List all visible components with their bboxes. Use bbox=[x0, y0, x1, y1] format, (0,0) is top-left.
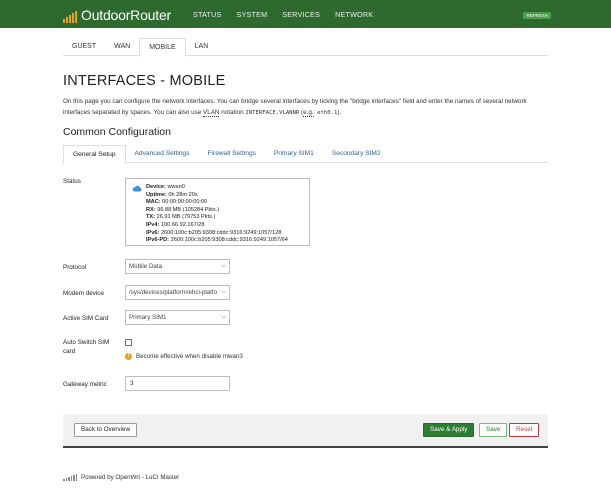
status-value: 100.66.92.167/28 bbox=[160, 221, 205, 228]
autoswitch-checkbox[interactable] bbox=[125, 339, 132, 346]
tab-firewall-settings[interactable]: Firewall Settings bbox=[199, 145, 265, 163]
section-title: Common Configuration bbox=[63, 126, 171, 138]
tab-guest[interactable]: GUEST bbox=[63, 38, 105, 56]
status-device: Device: wwan0 bbox=[146, 184, 288, 192]
status-key: TX: bbox=[146, 214, 156, 221]
status-value: wwan0 bbox=[167, 184, 185, 190]
status-mac: MAC: 00:00:00:00:00:00 bbox=[146, 199, 288, 207]
status-value: 0h 28m 20s bbox=[168, 191, 198, 198]
tab-secondary-sim2[interactable]: Secondary SIM2 bbox=[323, 145, 390, 163]
status-key: IPv4: bbox=[146, 221, 160, 228]
status-value: 96.88 MB (105284 Pkts.) bbox=[157, 206, 220, 213]
powered-by: Powered by OpenWrt - LuCI Master bbox=[63, 474, 179, 481]
powered-text[interactable]: Powered by OpenWrt - LuCI Master bbox=[81, 474, 179, 481]
status-key: Device: bbox=[146, 184, 166, 190]
status-key: IPv6: bbox=[146, 229, 160, 236]
page-description: On this page you can configure the netwo… bbox=[63, 97, 548, 118]
chevron-down-icon: ⌵ bbox=[221, 314, 226, 320]
desc-text: ). bbox=[337, 108, 342, 116]
tab-advanced-settings[interactable]: Advanced Settings bbox=[126, 145, 199, 163]
protocol-label: Protocol bbox=[63, 264, 87, 271]
tab-mobile[interactable]: MOBILE bbox=[139, 38, 186, 57]
main-menu: STATUS SYSTEM SERVICES NETWORK bbox=[193, 10, 388, 19]
tab-primary-sim1[interactable]: Primary SIM1 bbox=[265, 145, 323, 163]
status-ipv6: IPv6: 2600:100c:b205:9308:cddc:9316:9249… bbox=[146, 230, 288, 238]
autoswitch-hint: ! Become effective when disable mwan3 bbox=[125, 353, 243, 360]
protocol-value: Mobile Data bbox=[129, 263, 163, 270]
status-value: 2600:100c:b205:9308:cddc:9316:9249:1057/… bbox=[160, 229, 282, 236]
brand-name: OutdoorRouter bbox=[81, 7, 172, 23]
status-value: 2600:100c:b205:9308:cddc:9316:9249:1057/… bbox=[170, 237, 288, 244]
protocol-select[interactable]: Mobile Data ⌵ bbox=[125, 259, 230, 274]
status-key: MAC: bbox=[146, 199, 161, 206]
modem-select[interactable]: /sys/devices/platform/ehci-platfo ⌵ bbox=[125, 285, 230, 300]
eg-abbr: e.g. bbox=[303, 108, 314, 117]
status-key: Uptime: bbox=[146, 191, 167, 198]
modem-label: Modem device bbox=[63, 290, 104, 297]
status-key: RX: bbox=[146, 206, 156, 213]
desc-code: INTERFACE.VLANNR bbox=[245, 109, 300, 116]
sim-label: Active SIM Card bbox=[63, 315, 109, 322]
status-value: 00:00:00:00:00:00 bbox=[162, 199, 208, 206]
status-value: 26.91 MB (79753 Pkts.) bbox=[156, 214, 216, 221]
status-ipv4: IPv4: 100.66.92.167/28 bbox=[146, 222, 288, 230]
metric-label: Gateway metric bbox=[63, 381, 107, 388]
menu-network[interactable]: NETWORK bbox=[335, 10, 373, 19]
status-tx: TX: 26.91 MB (79753 Pkts.) bbox=[146, 214, 288, 222]
status-rx: RX: 96.88 MB (105284 Pkts.) bbox=[146, 207, 288, 215]
tab-general-setup[interactable]: General Setup bbox=[63, 145, 126, 164]
sim-value: Primary SIM1 bbox=[129, 314, 167, 321]
menu-status[interactable]: STATUS bbox=[193, 10, 222, 19]
brand-logo[interactable]: OutdoorRouter bbox=[63, 5, 171, 23]
status-panel: Device: wwan0 Uptime: 0h 28m 20s MAC: 00… bbox=[125, 178, 310, 246]
autoswitch-label: Auto Switch SIM card bbox=[63, 339, 110, 355]
status-label: Status bbox=[63, 178, 81, 185]
config-tabs: General Setup Advanced Settings Firewall… bbox=[63, 145, 548, 164]
header-bar: OutdoorRouter STATUS SYSTEM SERVICES NET… bbox=[0, 0, 611, 28]
desc-code: eth0.1 bbox=[317, 109, 338, 116]
page-title: INTERFACES - MOBILE bbox=[63, 73, 226, 89]
tab-wan[interactable]: WAN bbox=[105, 38, 139, 56]
interface-tabs: GUEST WAN MOBILE LAN bbox=[63, 38, 548, 57]
status-uptime: Uptime: 0h 28m 20s bbox=[146, 192, 288, 200]
vlan-abbr: VLAN bbox=[203, 108, 220, 117]
info-icon: ! bbox=[125, 353, 132, 360]
menu-services[interactable]: SERVICES bbox=[282, 10, 320, 19]
modem-value: /sys/devices/platform/ehci-platfo bbox=[129, 289, 218, 296]
signal-bars-icon bbox=[63, 11, 77, 23]
sim-select[interactable]: Primary SIM1 ⌵ bbox=[125, 310, 230, 325]
signal-bars-icon bbox=[63, 474, 77, 481]
refresh-button[interactable]: REFRESH bbox=[523, 12, 551, 19]
status-key: IPv6-PD: bbox=[146, 237, 170, 244]
save-apply-button[interactable]: Save & Apply bbox=[423, 423, 475, 437]
chevron-down-icon: ⌵ bbox=[221, 289, 226, 295]
status-ipv6-pd: IPv6-PD: 2600:100c:b205:9308:cddc:9316:9… bbox=[146, 237, 288, 245]
action-bar: Back to Overview Save & Apply Save Reset bbox=[63, 414, 548, 448]
save-button[interactable]: Save bbox=[479, 423, 508, 437]
desc-text: notation bbox=[219, 108, 246, 116]
tab-lan[interactable]: LAN bbox=[186, 38, 218, 56]
back-to-overview-button[interactable]: Back to Overview bbox=[74, 423, 137, 437]
hint-text: Become effective when disable mwan3 bbox=[136, 353, 243, 360]
status-details: Device: wwan0 Uptime: 0h 28m 20s MAC: 00… bbox=[146, 184, 288, 245]
chevron-down-icon: ⌵ bbox=[221, 263, 226, 269]
metric-input[interactable]: 3 bbox=[125, 376, 230, 391]
cloud-icon bbox=[132, 185, 142, 192]
menu-system[interactable]: SYSTEM bbox=[237, 10, 268, 19]
reset-button[interactable]: Reset bbox=[509, 423, 540, 437]
